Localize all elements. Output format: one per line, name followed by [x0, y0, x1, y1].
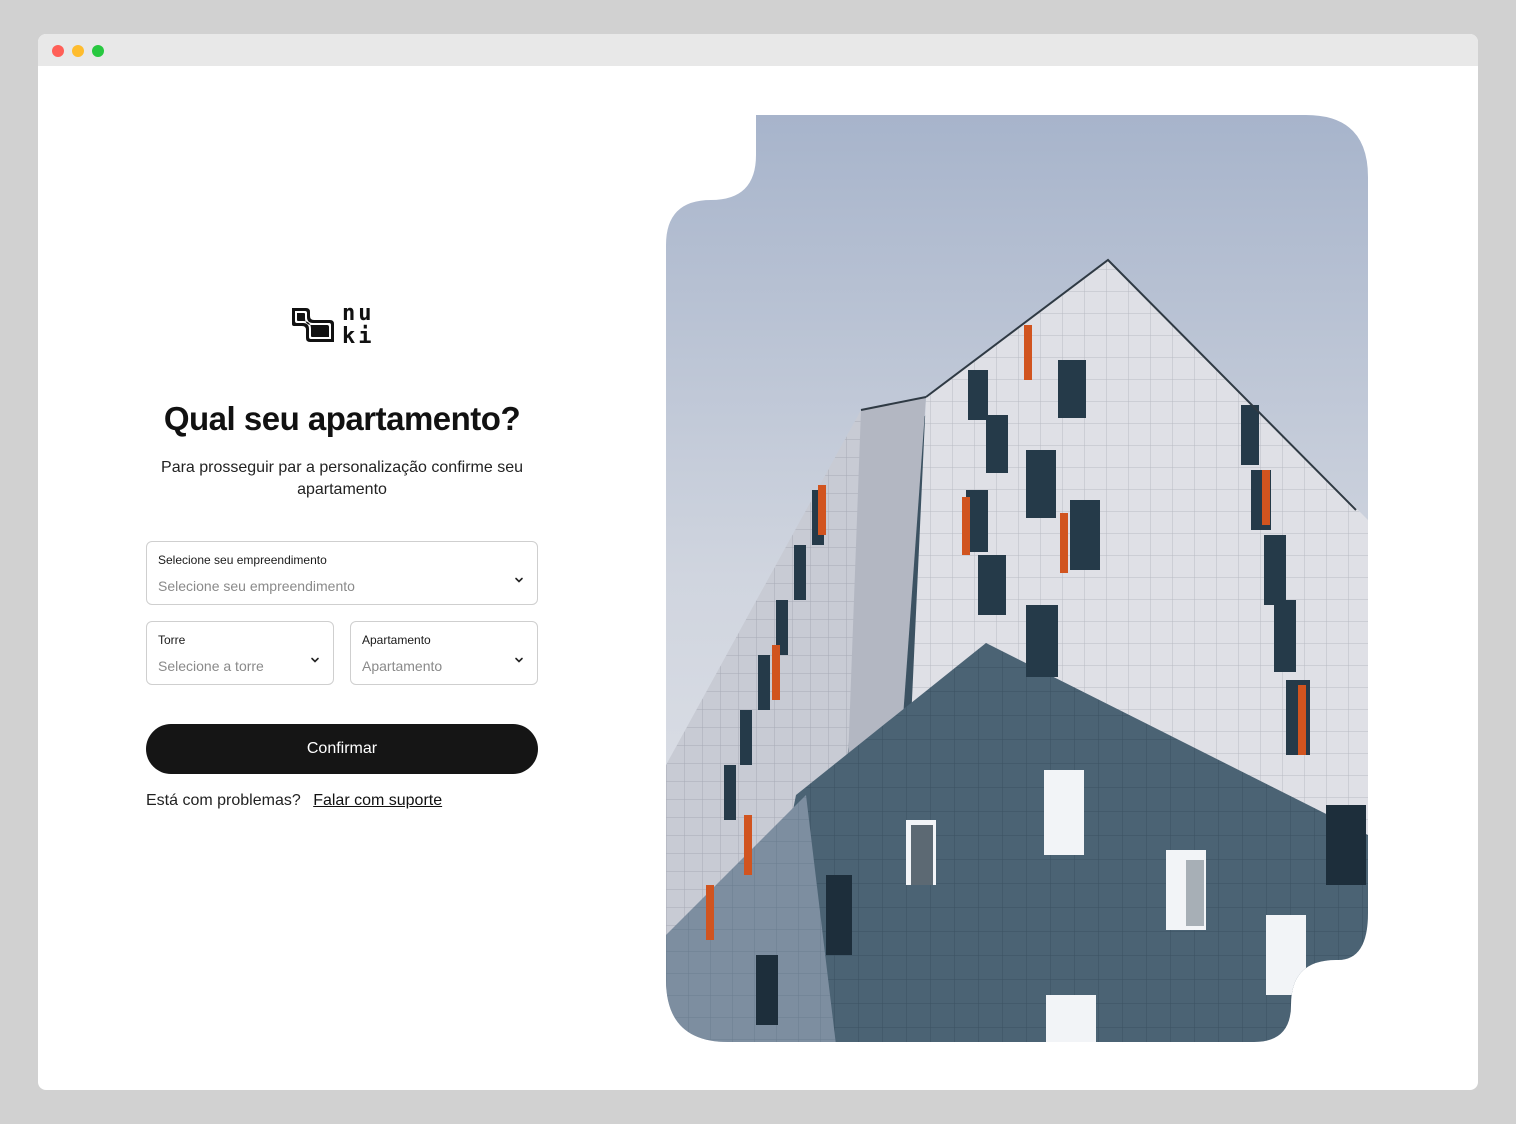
browser-window: nu ki Qual seu apartamento? Para prosseg… [38, 34, 1478, 1090]
empreendimento-select[interactable]: Selecione seu empreendimento Selecione s… [146, 541, 538, 605]
page-subtitle: Para prosseguir par a personalização con… [161, 459, 523, 498]
page-title: Qual seu apartamento? [163, 400, 521, 437]
torre-select[interactable]: Torre Selecione a torre [146, 621, 334, 685]
support-link[interactable]: Falar com suporte [313, 792, 442, 809]
apartamento-select[interactable]: Apartamento Apartamento [350, 621, 538, 685]
torre-label: Torre [158, 633, 186, 647]
help-text: Está com problemas? Falar com suporte [146, 792, 442, 810]
confirm-button[interactable]: Confirmar [146, 724, 538, 774]
logo-line-1: nu [342, 301, 375, 326]
nuki-logo-mark [292, 308, 334, 342]
nuki-logo: nu ki [290, 302, 394, 354]
torre-value: Selecione a torre [158, 658, 264, 674]
form-panel: nu ki Qual seu apartamento? Para prosseg… [146, 34, 538, 1090]
apartamento-value: Apartamento [362, 658, 443, 674]
minimize-window-button[interactable] [72, 45, 84, 57]
empreendimento-label: Selecione seu empreendimento [158, 553, 327, 567]
apartamento-label: Apartamento [362, 633, 431, 647]
logo-wordmark: nu ki [342, 302, 375, 348]
close-window-button[interactable] [52, 45, 64, 57]
logo-line-2: ki [342, 324, 375, 349]
chevron-down-icon [515, 657, 523, 663]
chevron-down-icon [515, 577, 523, 583]
help-prompt: Está com problemas? [146, 792, 301, 809]
chevron-down-icon [311, 657, 319, 663]
building-hero-image [666, 115, 1368, 1042]
empreendimento-value: Selecione seu empreendimento [158, 578, 355, 594]
maximize-window-button[interactable] [92, 45, 104, 57]
